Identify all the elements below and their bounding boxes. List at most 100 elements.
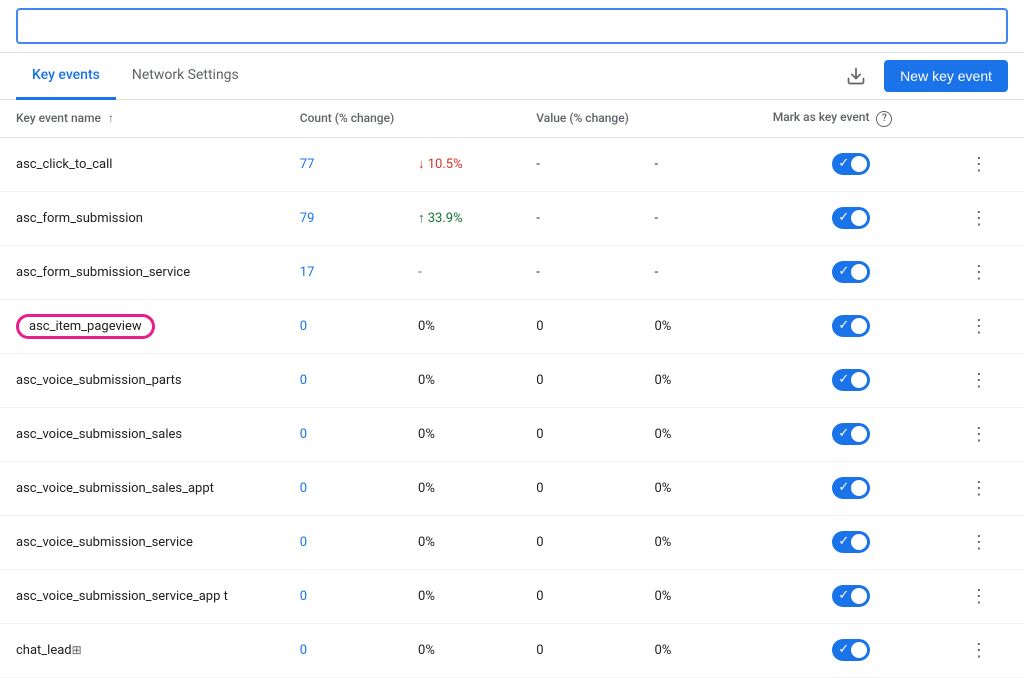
value-cell: 0: [520, 299, 638, 353]
toggle-container: ✓: [773, 153, 930, 175]
toggle-cell: ✓: [757, 299, 946, 353]
tab-key-events[interactable]: Key events: [16, 53, 116, 100]
more-menu-button[interactable]: ⋮: [962, 528, 996, 557]
toggle-container: ✓: [773, 261, 930, 283]
count-cell: 0: [284, 569, 402, 623]
more-actions-cell: ⋮: [946, 407, 1024, 461]
toggle-check-icon: ✓: [838, 373, 849, 386]
more-menu-button[interactable]: ⋮: [962, 636, 996, 665]
key-events-table: Key event name ↑ Count (% change) Value …: [0, 100, 1024, 678]
table-row: asc_voice_submission_service 0 0% 0 0% ✓…: [0, 515, 1024, 569]
help-icon[interactable]: ?: [876, 111, 892, 127]
key-event-toggle[interactable]: ✓: [832, 261, 870, 283]
event-name: asc_voice_submission_service: [16, 535, 193, 550]
toggle-cell: ✓: [757, 137, 946, 191]
count-link[interactable]: 0: [300, 319, 307, 334]
key-event-toggle[interactable]: ✓: [832, 369, 870, 391]
key-event-toggle[interactable]: ✓: [832, 153, 870, 175]
more-menu-button[interactable]: ⋮: [962, 204, 996, 233]
value-text: 0: [536, 643, 543, 658]
value-text: 0: [536, 535, 543, 550]
value-change-cell: 0%: [638, 299, 756, 353]
count-link[interactable]: 0: [300, 427, 307, 442]
download-button[interactable]: [840, 60, 872, 92]
col-header-value: Value (% change): [520, 100, 756, 137]
toggle-container: ✓: [773, 369, 930, 391]
key-event-toggle[interactable]: ✓: [832, 585, 870, 607]
count-link[interactable]: 0: [300, 643, 307, 658]
toggle-cell: ✓: [757, 353, 946, 407]
toggle-cell: ✓: [757, 515, 946, 569]
value-text: 0: [536, 481, 543, 496]
count-link[interactable]: 17: [300, 265, 315, 280]
event-name: asc_voice_submission_parts: [16, 373, 182, 388]
value-cell: 0: [520, 353, 638, 407]
value-change-text: -: [654, 157, 658, 172]
count-link[interactable]: 0: [300, 481, 307, 496]
more-menu-button[interactable]: ⋮: [962, 582, 996, 611]
count-link[interactable]: 0: [300, 535, 307, 550]
count-change-cell: 0%: [402, 623, 520, 677]
count-link[interactable]: 79: [300, 211, 315, 226]
copy-icon[interactable]: ⊞: [72, 643, 82, 657]
value-text: 0: [536, 589, 543, 604]
value-change-cell: 0%: [638, 569, 756, 623]
count-link[interactable]: 0: [300, 373, 307, 388]
count-change-neutral: 0%: [418, 427, 435, 442]
more-menu-button[interactable]: ⋮: [962, 474, 996, 503]
more-menu-button[interactable]: ⋮: [962, 366, 996, 395]
more-actions-cell: ⋮: [946, 461, 1024, 515]
value-change-text: -: [654, 265, 658, 280]
event-name-cell: asc_voice_submission_sales_appt: [0, 461, 284, 515]
event-name: asc_voice_submission_sales: [16, 427, 182, 442]
count-change-cell: ↓ 10.5%: [402, 137, 520, 191]
value-change-cell: -: [638, 191, 756, 245]
value-text: -: [536, 211, 540, 226]
toggle-check-icon: ✓: [838, 211, 849, 224]
key-event-toggle[interactable]: ✓: [832, 207, 870, 229]
count-change-cell: 0%: [402, 299, 520, 353]
more-actions-cell: ⋮: [946, 299, 1024, 353]
col-header-name: Key event name ↑: [0, 100, 284, 137]
toggle-container: ✓: [773, 207, 930, 229]
key-event-toggle[interactable]: ✓: [832, 423, 870, 445]
value-text: 0: [536, 373, 543, 388]
event-name-cell: chat_lead⊞: [0, 623, 284, 677]
search-bar[interactable]: [16, 8, 1008, 44]
more-menu-button[interactable]: ⋮: [962, 258, 996, 287]
value-cell: 0: [520, 623, 638, 677]
event-name: asc_form_submission: [16, 211, 143, 226]
more-actions-cell: ⋮: [946, 515, 1024, 569]
key-event-toggle[interactable]: ✓: [832, 639, 870, 661]
value-text: 0: [536, 427, 543, 442]
value-text: 0: [536, 319, 543, 334]
toggle-container: ✓: [773, 477, 930, 499]
toggle-container: ✓: [773, 531, 930, 553]
key-event-toggle[interactable]: ✓: [832, 477, 870, 499]
key-event-toggle[interactable]: ✓: [832, 315, 870, 337]
tab-network-settings[interactable]: Network Settings: [116, 53, 255, 100]
more-menu-button[interactable]: ⋮: [962, 312, 996, 341]
tabs-bar: Key events Network Settings New key even…: [0, 53, 1024, 100]
count-link[interactable]: 0: [300, 589, 307, 604]
event-name: asc_form_submission_service: [16, 265, 190, 280]
toggle-cell: ✓: [757, 191, 946, 245]
value-text: -: [536, 265, 540, 280]
value-cell: 0: [520, 461, 638, 515]
count-change-neutral: 0%: [418, 481, 435, 496]
sort-icon: ↑: [108, 111, 114, 125]
value-change-cell: -: [638, 245, 756, 299]
value-change-cell: -: [638, 137, 756, 191]
more-menu-button[interactable]: ⋮: [962, 420, 996, 449]
value-change-cell: 0%: [638, 407, 756, 461]
new-key-event-button[interactable]: New key event: [884, 60, 1008, 92]
toggle-check-icon: ✓: [838, 265, 849, 278]
more-menu-button[interactable]: ⋮: [962, 150, 996, 179]
toggle-cell: ✓: [757, 461, 946, 515]
event-name: asc_voice_submission_service_app t: [16, 589, 228, 604]
toggle-check-icon: ✓: [838, 319, 849, 332]
toggle-check-icon: ✓: [838, 427, 849, 440]
count-link[interactable]: 77: [300, 157, 315, 172]
value-cell: 0: [520, 515, 638, 569]
key-event-toggle[interactable]: ✓: [832, 531, 870, 553]
